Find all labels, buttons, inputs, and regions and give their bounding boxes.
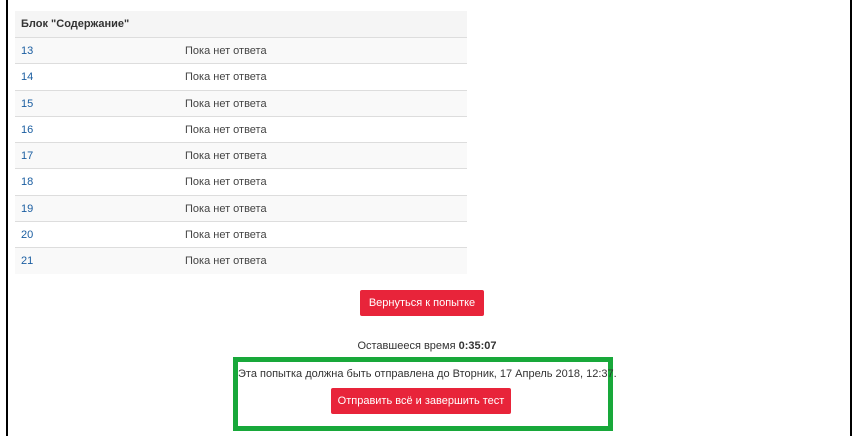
question-status: Пока нет ответа <box>185 71 267 84</box>
question-row: 17 Пока нет ответа <box>15 142 467 169</box>
time-remaining-value: 0:35:07 <box>458 340 497 352</box>
question-row: 21 Пока нет ответа <box>15 247 467 274</box>
question-rows: 13 Пока нет ответа 14 Пока нет ответа 15 Пока… <box>15 37 467 274</box>
question-number-link[interactable]: 19 <box>21 196 33 222</box>
question-number-link[interactable]: 18 <box>21 169 33 195</box>
time-remaining-label: Оставшееся время <box>357 340 456 352</box>
attempt-summary-table: Блок "Содержание" 13 Пока нет ответа 14 Пок… <box>15 11 467 274</box>
block-title: Блок "Содержание" <box>15 11 467 37</box>
question-number-link[interactable]: 16 <box>21 117 33 143</box>
question-row: 14 Пока нет ответа <box>15 63 467 89</box>
question-row: 16 Пока нет ответа <box>15 115 467 143</box>
question-number-link[interactable]: 14 <box>21 64 33 90</box>
question-number-link[interactable]: 21 <box>21 248 33 274</box>
question-status: Пока нет ответа <box>185 202 267 215</box>
time-remaining: Оставшееся время 0:35:07 <box>0 340 846 352</box>
question-status: Пока нет ответа <box>185 255 267 268</box>
question-status: Пока нет ответа <box>185 45 267 57</box>
question-status: Пока нет ответа <box>185 229 267 242</box>
question-number-link[interactable]: 15 <box>21 91 33 117</box>
question-row: 15 Пока нет ответа <box>15 89 467 117</box>
question-row: 13 Пока нет ответа <box>15 37 467 64</box>
question-status: Пока нет ответа <box>185 176 267 189</box>
question-number-link[interactable]: 13 <box>21 38 33 64</box>
question-status: Пока нет ответа <box>185 123 267 136</box>
question-status: Пока нет ответа <box>185 97 267 110</box>
question-number-link[interactable]: 17 <box>21 143 33 169</box>
return-to-attempt-button[interactable]: Вернуться к попытке <box>360 290 484 316</box>
question-number-link[interactable]: 20 <box>21 222 33 248</box>
question-row: 19 Пока нет ответа <box>15 194 467 222</box>
deadline-notice: Эта попытка должна быть отправлена до Вт… <box>238 368 617 380</box>
question-row: 20 Пока нет ответа <box>15 221 467 247</box>
submit-all-and-finish-button[interactable]: Отправить всё и завершить тест <box>331 388 511 414</box>
question-status: Пока нет ответа <box>185 150 267 163</box>
question-row: 18 Пока нет ответа <box>15 168 467 194</box>
